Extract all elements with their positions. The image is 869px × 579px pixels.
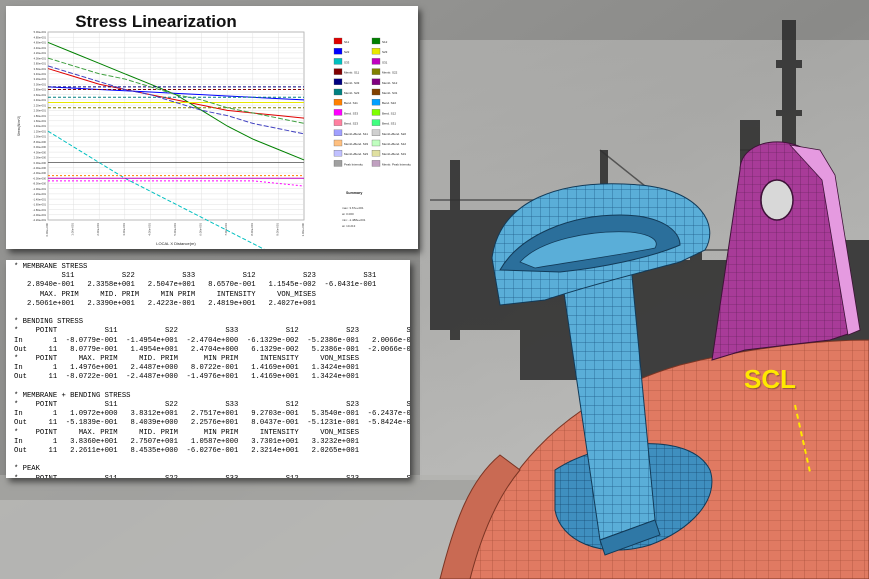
scl-label: SCL [744, 364, 796, 394]
nozzle-fe-model [439, 141, 869, 579]
